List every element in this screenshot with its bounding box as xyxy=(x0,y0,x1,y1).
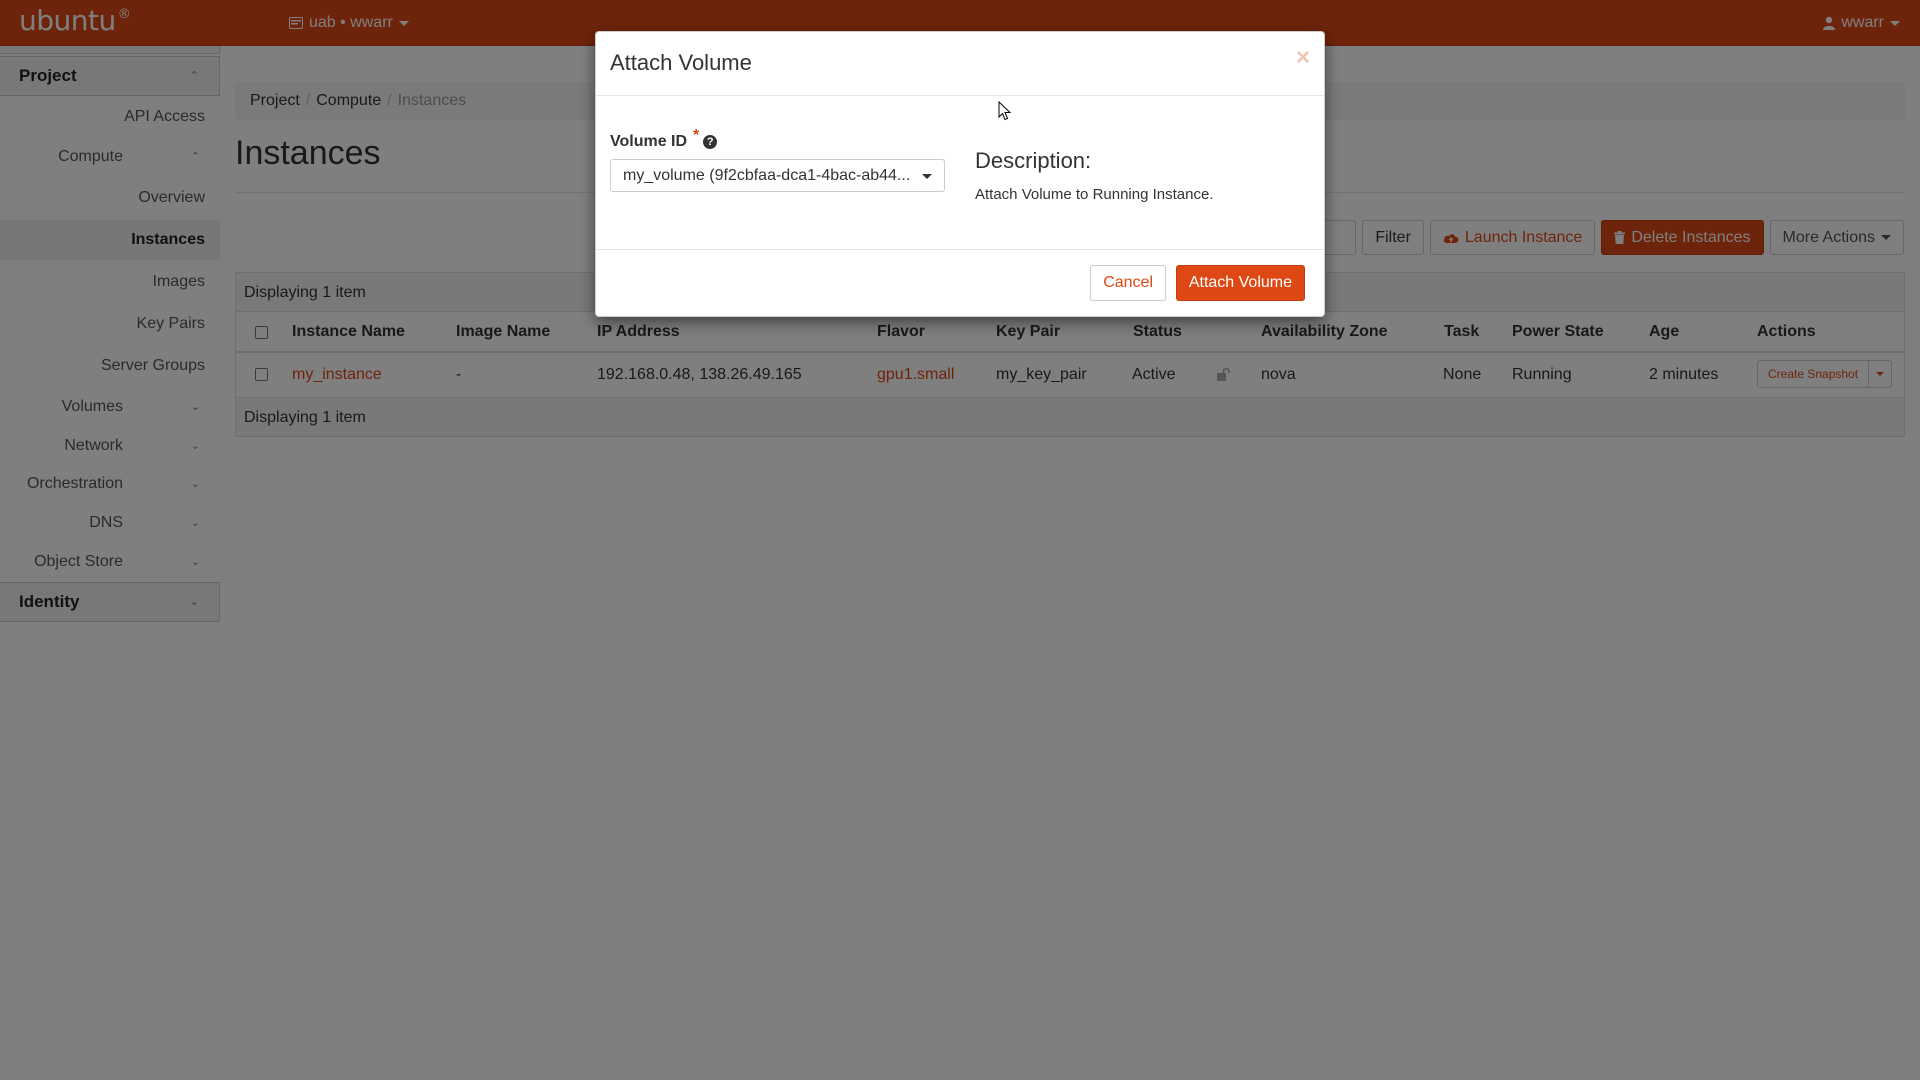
attach-volume-button[interactable]: Attach Volume xyxy=(1175,265,1305,301)
modal-header: Attach Volume × xyxy=(596,32,1324,96)
modal-footer: Cancel Attach Volume xyxy=(596,249,1324,318)
volume-id-label: Volume ID *? xyxy=(610,127,718,151)
description-text: Attach Volume to Running Instance. xyxy=(975,186,1214,203)
modal-title: Attach Volume xyxy=(610,50,752,75)
volume-id-selected-value: my_volume (9f2cbfaa-dca1-4bac-ab44... xyxy=(623,167,911,184)
chevron-down-icon xyxy=(922,174,932,179)
description-title: Description: xyxy=(975,148,1092,173)
attach-volume-dialog: Attach Volume × Volume ID *? my_volume (9… xyxy=(595,31,1325,317)
question-circle-icon[interactable]: ? xyxy=(703,135,718,149)
mouse-cursor-icon xyxy=(998,101,1012,121)
required-marker: * xyxy=(693,127,700,144)
close-icon[interactable]: × xyxy=(1296,44,1310,72)
volume-id-label-text: Volume ID xyxy=(610,133,688,150)
cancel-button[interactable]: Cancel xyxy=(1090,265,1166,301)
volume-id-select[interactable]: my_volume (9f2cbfaa-dca1-4bac-ab44... xyxy=(610,159,945,192)
